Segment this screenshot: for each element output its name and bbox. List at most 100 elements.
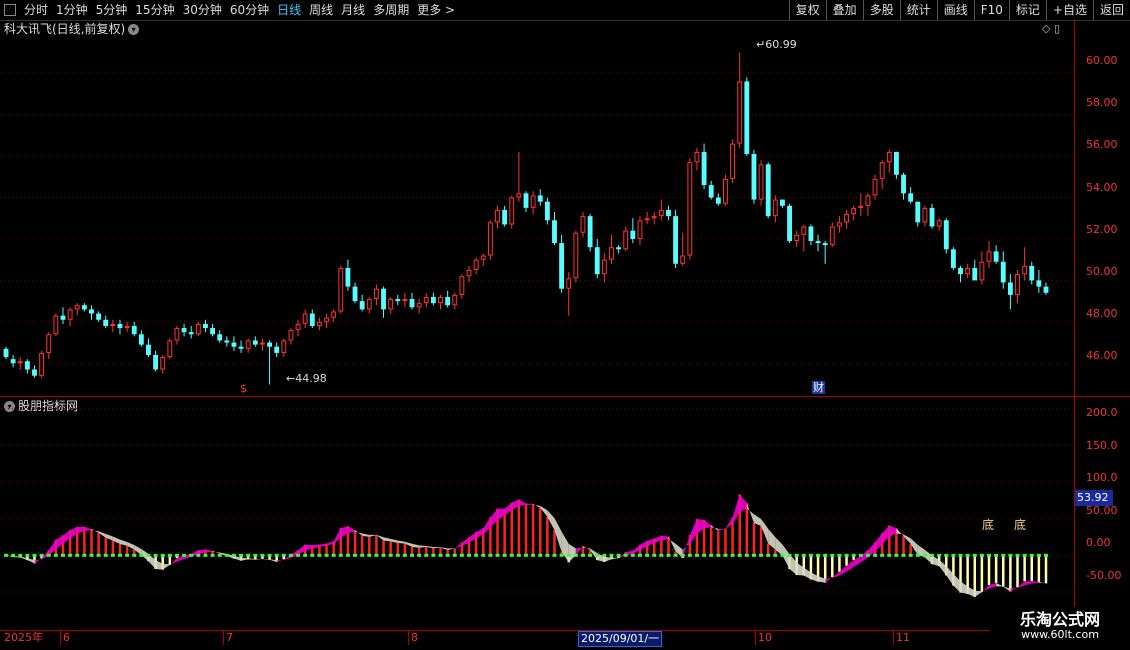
zero-dot (117, 553, 122, 557)
indicator-band (996, 582, 1004, 587)
period-tab[interactable]: 1分钟 (52, 0, 92, 20)
zero-dot (267, 553, 272, 557)
zero-dot (858, 553, 863, 557)
candle-body (801, 226, 807, 235)
zero-dot (901, 553, 906, 557)
candle-body (787, 205, 792, 242)
candle-body (195, 323, 201, 335)
candle-body (260, 342, 265, 345)
candle-body (573, 232, 579, 279)
candle-body (901, 174, 906, 194)
candle-body (922, 207, 928, 223)
period-tab[interactable]: 15分钟 (131, 0, 178, 20)
zero-dot (224, 553, 229, 557)
zero-dot (288, 553, 293, 557)
indicator-band (967, 586, 975, 597)
period-tab[interactable]: 更多 > (413, 0, 459, 20)
candle-body (737, 81, 743, 144)
zero-dot (666, 553, 671, 557)
zero-dot (737, 553, 742, 557)
zero-dot (1001, 553, 1006, 557)
candle-body (972, 267, 978, 281)
zero-dot (367, 553, 372, 557)
candle-body (794, 234, 800, 242)
toolbar-button[interactable]: 叠加 (825, 0, 863, 20)
period-tab[interactable]: 30分钟 (179, 0, 226, 20)
zero-dot (787, 553, 792, 557)
zero-dot (338, 553, 343, 557)
period-tab[interactable]: 60分钟 (226, 0, 273, 20)
zero-dot (908, 553, 913, 557)
indicator-band (62, 530, 71, 544)
period-tab[interactable]: 日线 (273, 0, 305, 20)
zero-dot (189, 553, 194, 557)
candle-body (580, 216, 586, 233)
candle-body (829, 226, 835, 246)
indicator-band (91, 528, 99, 533)
indicator-band (70, 526, 78, 539)
toolbar-button[interactable]: 多股 (862, 0, 900, 20)
window-icon[interactable]: ▯ (1054, 22, 1060, 35)
toolbar-button[interactable]: 复权 (788, 0, 826, 20)
toolbar-button[interactable]: 标记 (1008, 0, 1046, 20)
chevron-down-icon[interactable]: ▾ (4, 401, 15, 412)
indicator-band (939, 559, 947, 576)
price-tick-label: 46.00 (1086, 349, 1118, 363)
panel-separator[interactable] (0, 396, 1130, 397)
indicator-band (134, 545, 142, 555)
indicator-band (440, 547, 448, 550)
zero-dot (39, 553, 44, 557)
finance-report-icon[interactable]: 财 (812, 381, 825, 394)
candle-body (1000, 261, 1006, 283)
month-label: 7 (226, 631, 233, 644)
period-tab[interactable]: 多周期 (369, 0, 413, 20)
toolbar-button[interactable]: 统计 (899, 0, 937, 20)
candle-body (537, 195, 543, 202)
toolbar-button[interactable]: 画线 (936, 0, 974, 20)
zero-dot (602, 553, 607, 557)
zero-dot (694, 553, 699, 557)
indicator-band (810, 572, 819, 582)
indicator-title: ▾ 股朋指标网 (4, 398, 78, 414)
diamond-icon[interactable]: ◇ (1042, 22, 1050, 35)
zero-dot (25, 553, 30, 557)
toolbar-button[interactable]: +自选 (1045, 0, 1093, 20)
indicator-band (568, 543, 576, 563)
indicator-tick-label: 150.0 (1086, 439, 1118, 452)
indicator-band (1024, 581, 1032, 586)
dividend-icon[interactable]: $ (240, 382, 247, 395)
menu-square-icon[interactable] (4, 4, 16, 16)
zero-dot (559, 553, 564, 557)
chevron-down-icon[interactable]: ▾ (128, 24, 140, 35)
indicator-band (298, 544, 306, 555)
period-tab[interactable]: 月线 (337, 0, 369, 20)
zero-dot (687, 553, 692, 557)
zero-dot (125, 553, 130, 557)
high-price-value: 60.99 (765, 38, 797, 51)
price-chart[interactable] (0, 0, 1130, 650)
period-tab[interactable]: 5分钟 (92, 0, 132, 20)
price-tick-label: 60.00 (1086, 54, 1118, 67)
indicator-band (796, 562, 804, 576)
zero-dot (424, 553, 429, 557)
zero-dot (865, 553, 870, 557)
toolbar-button[interactable]: 返回 (1092, 0, 1130, 20)
indicator-band (397, 540, 405, 544)
indicator-band (326, 541, 334, 546)
indicator-band (1003, 586, 1011, 592)
zero-dot (979, 553, 984, 557)
period-tab[interactable]: 周线 (305, 0, 337, 20)
candle-body (452, 294, 458, 306)
period-tab[interactable]: 分时 (20, 0, 52, 20)
candle-body (495, 209, 500, 223)
candle-body (601, 259, 607, 275)
price-tick-label: 54.00 (1086, 180, 1118, 194)
zero-dot (46, 553, 51, 557)
candle-body (915, 201, 921, 223)
candle-body (637, 220, 643, 239)
toolbar-button[interactable]: F10 (973, 0, 1009, 20)
zero-dot (296, 553, 301, 557)
price-tick-label: 56.00 (1086, 138, 1118, 152)
zero-dot (210, 553, 215, 557)
zero-dot (595, 553, 600, 557)
